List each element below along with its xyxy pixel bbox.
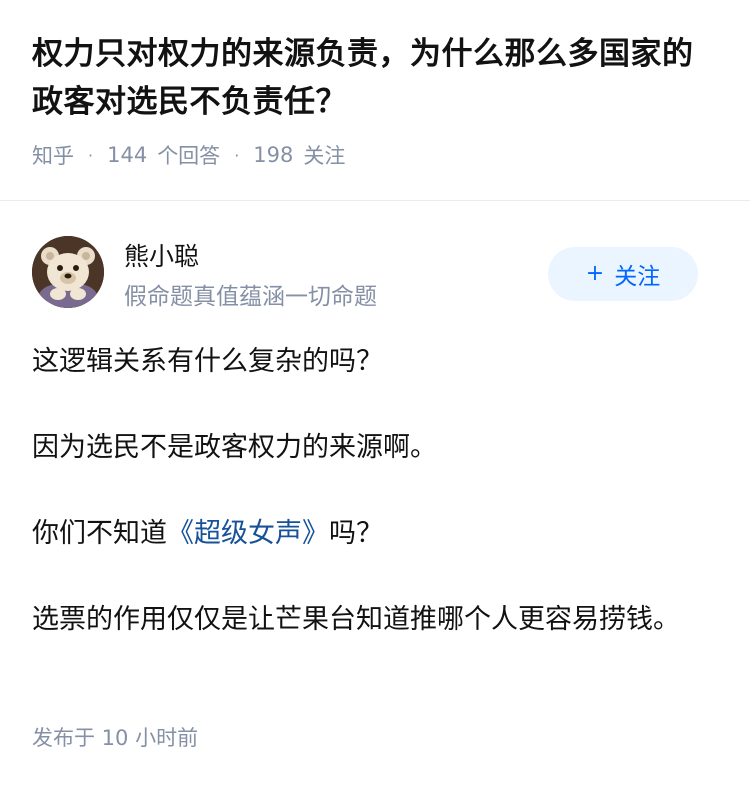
follow-button-label: 关注 [614,264,661,290]
followers-count: 198 [253,143,294,167]
answer-paragraph: 因为选民不是政客权力的来源啊。 [32,432,437,463]
meta-separator: · [234,145,240,165]
answer-paragraph: 这逻辑关系有什么复杂的吗？ [32,346,383,377]
author-bio: 假命题真值蕴涵一切命题 [124,284,377,310]
follow-button[interactable]: + 关注 [548,247,698,301]
question-meta: 知乎 · 144 个回答 · 198 关注 [32,140,718,170]
author-row: 熊小聪 假命题真值蕴涵一切命题 + 关注 [0,201,750,311]
answer-content: 这逻辑关系有什么复杂的吗？ 因为选民不是政客权力的来源啊。 你们不知道《超级女声… [0,311,750,642]
super-girl-link[interactable]: 《超级女声》 [167,518,329,549]
answers-label[interactable]: 个回答 [157,140,220,170]
publish-time: 发布于 10 小时前 [32,726,199,750]
author-name[interactable]: 熊小聪 [124,237,199,273]
answer-text: 你们不知道 [32,518,167,549]
question-title[interactable]: 权力只对权力的来源负责，为什么那么多国家的政客对选民不负责任？ [32,30,718,126]
source-label[interactable]: 知乎 [32,140,74,170]
teddy-bear-avatar-icon [32,236,104,308]
answers-count: 144 [107,143,148,167]
answer-card: 熊小聪 假命题真值蕴涵一切命题 + 关注 这逻辑关系有什么复杂的吗？ 因为选民不… [0,201,750,642]
question-header: 权力只对权力的来源负责，为什么那么多国家的政客对选民不负责任？ 知乎 · 144… [0,0,750,170]
avatar[interactable] [32,236,104,308]
answer-paragraph: 你们不知道《超级女声》吗？ [32,512,718,556]
plus-icon: + [585,261,605,286]
answer-text: 吗？ [329,518,383,549]
followers-label[interactable]: 关注 [303,140,345,170]
answer-paragraph: 选票的作用仅仅是让芒果台知道推哪个人更容易捞钱。 [32,604,680,635]
meta-separator: · [88,145,94,165]
